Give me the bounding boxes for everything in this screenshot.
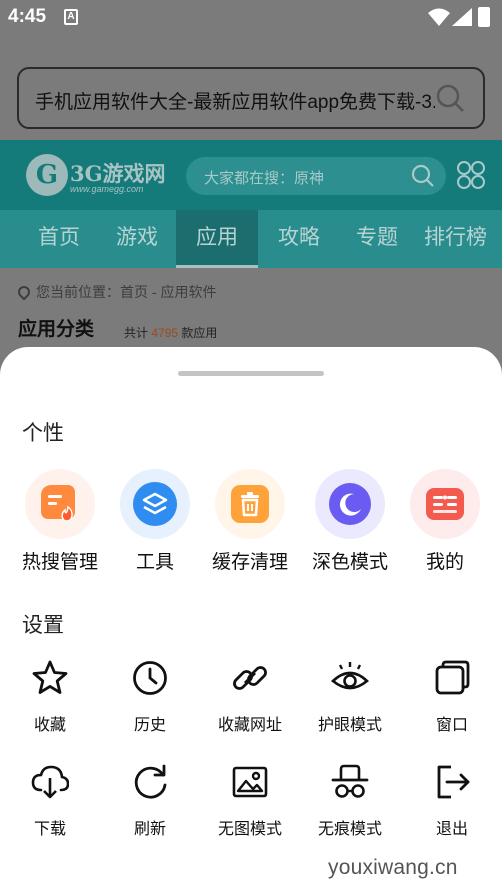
page-header: 您当前位置：首页 - 应用软件 应用分类 共计 4795 款应用 xyxy=(0,268,502,348)
windows-button[interactable]: 窗口 xyxy=(402,659,502,749)
tools-label: 工具 xyxy=(135,552,174,573)
downloads-button[interactable]: 下载 xyxy=(0,763,100,853)
location-pin-icon xyxy=(15,283,33,301)
logo-subtext: www.gamegg.com xyxy=(70,184,144,194)
address-bar[interactable]: 手机应用软件大全-最新应用软件app免费下载-3... xyxy=(17,67,485,129)
tools-button[interactable]: 工具 xyxy=(105,469,205,579)
profile-icon xyxy=(410,469,480,539)
count-suffix: 款应用 xyxy=(181,326,218,340)
search-icon[interactable] xyxy=(435,83,465,113)
clear-cache-label: 缓存清理 xyxy=(211,552,288,573)
menu-grid-icon[interactable] xyxy=(456,160,486,190)
refresh-button[interactable]: 刷新 xyxy=(100,763,200,853)
incognito-mode-label: 无痕模式 xyxy=(317,821,382,838)
exit-icon xyxy=(437,765,470,799)
wifi-icon xyxy=(428,8,450,26)
my-profile-button[interactable]: 我的 xyxy=(395,469,495,579)
refresh-label: 刷新 xyxy=(133,821,166,838)
hot-search-manage-button[interactable]: 热搜管理 xyxy=(10,469,110,579)
browser-toolbar: 手机应用软件大全-最新应用软件app免费下载-3... xyxy=(0,36,502,140)
tools-icon xyxy=(120,469,190,539)
site-header: G 3G游戏网 www.gamegg.com 大家都在搜：原神 xyxy=(0,140,502,210)
hot-search-icon xyxy=(25,469,95,539)
clear-cache-button[interactable]: 缓存清理 xyxy=(200,469,300,579)
site-search-box[interactable]: 大家都在搜：原神 xyxy=(186,157,446,195)
breadcrumb-text: 您当前位置：首页 - 应用软件 xyxy=(36,284,217,300)
site-nav: 首页 游戏 应用 攻略 专题 排行榜 xyxy=(0,210,502,268)
bottom-sheet-menu: 个性 热搜管理 工具 缓存清理 深色模式 我的 设置 收藏 历史 收藏网址 护眼… xyxy=(0,347,502,892)
favorites-button[interactable]: 收藏 xyxy=(0,659,100,749)
bookmarked-urls-button[interactable]: 收藏网址 xyxy=(200,659,300,749)
nav-item-games[interactable]: 游戏 xyxy=(96,210,178,266)
eye-care-mode-label: 护眼模式 xyxy=(317,717,382,734)
settings-section-title: 设置 xyxy=(22,614,64,637)
eye-icon xyxy=(331,662,369,690)
refresh-icon xyxy=(134,764,167,799)
site-search-placeholder: 大家都在搜：原神 xyxy=(204,170,325,187)
breadcrumb: 您当前位置：首页 - 应用软件 xyxy=(15,282,217,302)
category-count: 共计 4795 款应用 xyxy=(124,324,217,341)
link-icon xyxy=(233,666,267,690)
trash-icon xyxy=(215,469,285,539)
nav-item-guides[interactable]: 攻略 xyxy=(258,210,340,266)
watermark: youxiwang.cn xyxy=(328,856,458,879)
dark-mode-button[interactable]: 深色模式 xyxy=(300,469,400,579)
nav-item-apps[interactable]: 应用 xyxy=(176,210,258,268)
incognito-mode-button[interactable]: 无痕模式 xyxy=(300,763,400,853)
dark-mode-label: 深色模式 xyxy=(311,552,388,573)
hot-search-label: 热搜管理 xyxy=(21,552,98,573)
category-title: 应用分类 xyxy=(18,314,115,343)
no-image-mode-button[interactable]: 无图模式 xyxy=(200,763,300,853)
bookmarked-urls-label: 收藏网址 xyxy=(217,717,282,734)
exit-button[interactable]: 退出 xyxy=(402,763,502,853)
count-prefix: 共计 xyxy=(124,326,149,340)
downloads-label: 下载 xyxy=(33,821,66,838)
nav-item-topics[interactable]: 专题 xyxy=(336,210,418,266)
nav-item-home[interactable]: 首页 xyxy=(18,210,100,266)
site-logo[interactable]: G 3G游戏网 www.gamegg.com xyxy=(18,154,168,198)
status-time: 4:45 xyxy=(8,6,47,27)
moon-icon xyxy=(315,469,385,539)
history-button[interactable]: 历史 xyxy=(100,659,200,749)
signal-icon xyxy=(452,8,472,26)
favorites-label: 收藏 xyxy=(33,717,66,734)
status-bar: 4:45 A xyxy=(0,0,502,36)
window-icon xyxy=(435,660,470,695)
count-value: 4795 xyxy=(151,326,179,340)
clock-icon xyxy=(133,661,167,695)
star-icon xyxy=(32,660,68,694)
history-label: 历史 xyxy=(133,717,166,734)
logo-mark: G xyxy=(26,154,68,196)
no-image-mode-label: 无图模式 xyxy=(217,821,282,838)
sheet-drag-handle[interactable] xyxy=(178,371,324,376)
eye-care-mode-button[interactable]: 护眼模式 xyxy=(300,659,400,749)
nav-item-rankings[interactable]: 排行榜 xyxy=(424,210,502,266)
cloud-download-icon xyxy=(31,765,69,799)
incognito-icon xyxy=(331,764,369,798)
my-profile-label: 我的 xyxy=(425,552,464,573)
address-bar-text: 手机应用软件大全-最新应用软件app免费下载-3... xyxy=(35,92,435,113)
site-search-icon[interactable] xyxy=(410,163,436,189)
accessibility-icon: A xyxy=(64,9,78,25)
no-image-icon xyxy=(232,766,268,798)
windows-label: 窗口 xyxy=(435,717,468,734)
personal-section-title: 个性 xyxy=(22,422,64,445)
battery-icon xyxy=(478,7,490,27)
exit-label: 退出 xyxy=(435,821,468,838)
